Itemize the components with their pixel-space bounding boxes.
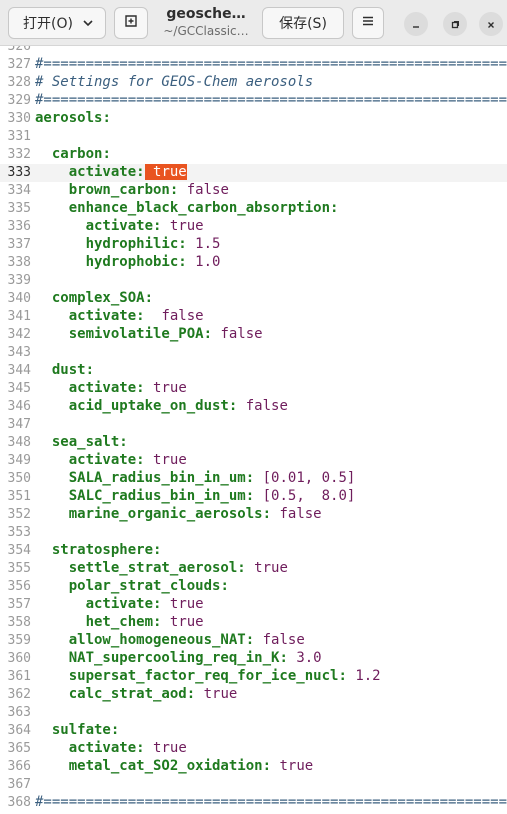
line-number: 344 [7, 363, 31, 378]
line-number: 366 [7, 759, 31, 774]
line-number: 330 [7, 111, 31, 126]
line-number: 333 [7, 165, 31, 180]
line-number: 354 [7, 543, 31, 558]
line-number: 331 [7, 129, 31, 144]
chevron-down-icon [81, 16, 95, 30]
line-number: 353 [7, 525, 31, 540]
line-number: 361 [7, 669, 31, 684]
line-number: 338 [7, 255, 31, 270]
code-line[interactable]: sea_salt: [35, 434, 128, 450]
close-icon [486, 15, 496, 34]
line-number: 351 [7, 489, 31, 504]
code-line[interactable]: enhance_black_carbon_absorption: [35, 200, 339, 216]
line-number: 360 [7, 651, 31, 666]
new-tab-icon [123, 13, 139, 33]
code-line[interactable]: sulfate: [35, 722, 119, 738]
code-line[interactable]: activate: false [35, 308, 204, 324]
code-line[interactable]: calc_strat_aod: true [35, 686, 238, 702]
line-number: 334 [7, 183, 31, 198]
line-number: 346 [7, 399, 31, 414]
maximize-button[interactable] [443, 12, 467, 36]
code-line[interactable]: SALC_radius_bin_in_um: [0.5, 8.0] [35, 488, 356, 504]
save-button-label: 保存(S) [279, 16, 327, 32]
line-number: 359 [7, 633, 31, 648]
line-number: 358 [7, 615, 31, 630]
menu-button[interactable] [352, 7, 384, 39]
line-number: 365 [7, 741, 31, 756]
line-number: 328 [7, 75, 31, 90]
close-button[interactable] [479, 12, 503, 36]
code-line[interactable]: brown_carbon: false [35, 182, 229, 198]
code-line[interactable]: aerosols: [35, 110, 111, 126]
code-line[interactable]: complex_SOA: [35, 290, 153, 306]
code-line[interactable]: dust: [35, 362, 94, 378]
line-number: 368 [7, 795, 31, 810]
line-number: 349 [7, 453, 31, 468]
minimize-icon [411, 15, 421, 34]
line-number: 326 [7, 46, 31, 54]
minimize-button[interactable] [404, 12, 428, 36]
line-number: 332 [7, 147, 31, 162]
line-number: 352 [7, 507, 31, 522]
line-number: 339 [7, 273, 31, 288]
text-editor[interactable]: 326 327 #=================================… [0, 46, 507, 814]
line-number: 363 [7, 705, 31, 720]
code-line[interactable]: activate: true [35, 380, 187, 396]
line-number: 347 [7, 417, 31, 432]
code-line[interactable]: activate: true [35, 218, 204, 234]
line-number: 335 [7, 201, 31, 216]
line-number: 362 [7, 687, 31, 702]
line-number: 356 [7, 579, 31, 594]
code-line[interactable]: # Settings for GEOS-Chem aerosols [35, 74, 313, 90]
code-line[interactable]: SALA_radius_bin_in_um: [0.01, 0.5] [35, 470, 356, 486]
line-number: 337 [7, 237, 31, 252]
code-line[interactable]: activate: true [35, 740, 187, 756]
code-line[interactable]: supersat_factor_req_for_ice_nucl: 1.2 [35, 668, 381, 684]
line-number: 342 [7, 327, 31, 342]
code-line[interactable]: hydrophilic: 1.5 [35, 236, 221, 252]
new-tab-button[interactable] [114, 7, 148, 39]
code-line[interactable]: settle_strat_aerosol: true [35, 560, 288, 576]
code-line[interactable]: activate: true [35, 596, 204, 612]
header-bar: 打开(O) geosche… ~/GCClassic… 保存(S) [0, 0, 507, 46]
hamburger-menu-icon [361, 14, 375, 32]
code-line[interactable]: activate: true [35, 164, 187, 180]
code-line[interactable]: NAT_supercooling_req_in_K: 3.0 [35, 650, 322, 666]
line-number: 343 [7, 345, 31, 360]
window-subtitle: ~/GCClassic… [163, 24, 249, 38]
code-line[interactable]: #=======================================… [35, 56, 507, 72]
line-number: 329 [7, 93, 31, 108]
line-number: 367 [7, 777, 31, 792]
code-line[interactable]: het_chem: true [35, 614, 204, 630]
line-number: 336 [7, 219, 31, 234]
line-number: 327 [7, 57, 31, 72]
code-line[interactable]: polar_strat_clouds: [35, 578, 229, 594]
window-title: geosche… [166, 6, 246, 22]
window-title-block: geosche… ~/GCClassic… [156, 6, 256, 38]
open-button[interactable]: 打开(O) [8, 7, 106, 39]
line-number: 364 [7, 723, 31, 738]
line-number: 357 [7, 597, 31, 612]
code-line[interactable]: semivolatile_POA: false [35, 326, 263, 342]
code-line[interactable]: carbon: [35, 146, 111, 162]
code-line[interactable]: #=======================================… [35, 92, 507, 108]
line-number: 350 [7, 471, 31, 486]
line-number: 345 [7, 381, 31, 396]
code-line[interactable]: acid_uptake_on_dust: false [35, 398, 288, 414]
code-line[interactable]: activate: true [35, 452, 187, 468]
code-line[interactable]: marine_organic_aerosols: false [35, 506, 322, 522]
restore-icon [450, 15, 460, 34]
line-number: 348 [7, 435, 31, 450]
line-number: 355 [7, 561, 31, 576]
save-button[interactable]: 保存(S) [262, 7, 344, 39]
line-number: 341 [7, 309, 31, 324]
code-line[interactable]: metal_cat_SO2_oxidation: true [35, 758, 313, 774]
line-number: 340 [7, 291, 31, 306]
code-line[interactable]: allow_homogeneous_NAT: false [35, 632, 305, 648]
code-line[interactable]: #=======================================… [35, 794, 507, 810]
open-button-label: 打开(O) [23, 16, 73, 32]
code-line[interactable]: stratosphere: [35, 542, 162, 558]
code-line[interactable]: hydrophobic: 1.0 [35, 254, 221, 270]
